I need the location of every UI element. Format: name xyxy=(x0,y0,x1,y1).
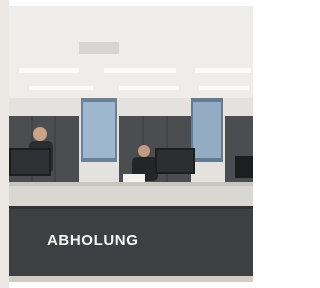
counter-top xyxy=(9,184,253,206)
photo-border-right xyxy=(253,0,257,288)
photo: ABHOLUNG xyxy=(9,6,253,282)
ceiling-vent xyxy=(79,42,119,54)
ceiling xyxy=(9,6,253,98)
photo-border-left xyxy=(0,0,9,288)
monitor-right xyxy=(235,156,253,178)
counter-sign: ABHOLUNG xyxy=(47,232,139,249)
floor xyxy=(9,276,253,282)
